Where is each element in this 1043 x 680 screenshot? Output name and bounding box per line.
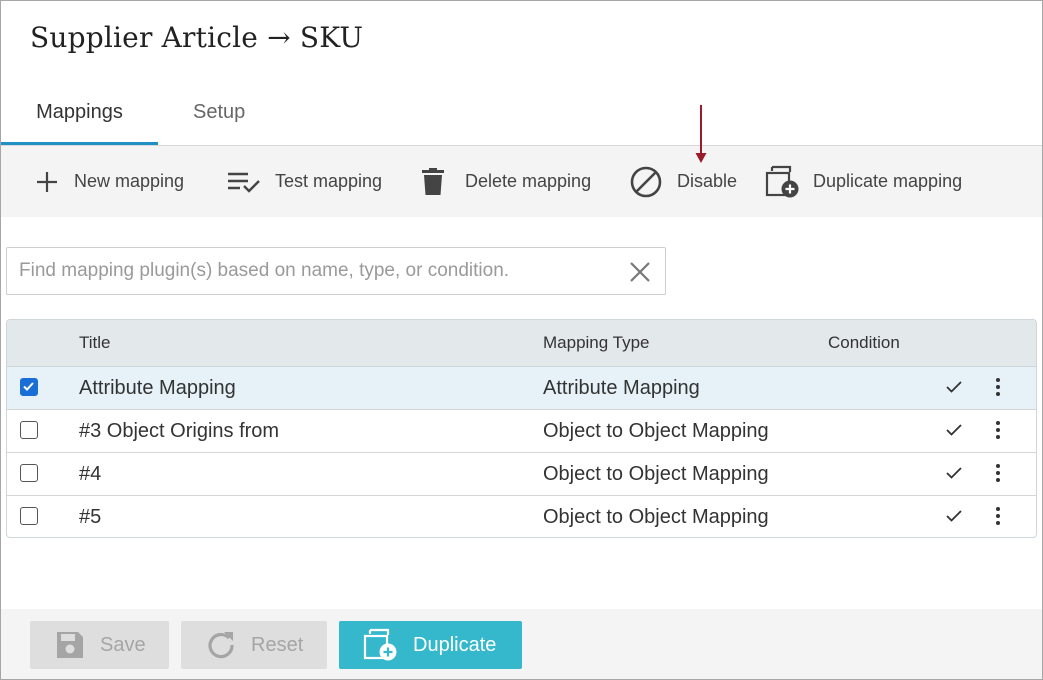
more-vertical-icon[interactable] [990, 461, 1006, 485]
delete-mapping-button[interactable]: Delete mapping [421, 146, 591, 217]
checkmark-icon [946, 510, 962, 522]
new-mapping-button[interactable]: New mapping [34, 146, 184, 217]
disable-label: Disable [677, 171, 738, 191]
duplicate-label: Duplicate [413, 633, 497, 656]
table-row[interactable]: Attribute Mapping Attribute Mapping [7, 367, 1036, 410]
reset-icon [207, 631, 235, 659]
disable-button[interactable]: Disable [629, 146, 737, 217]
more-vertical-icon[interactable] [990, 504, 1006, 528]
reset-label: Reset [251, 633, 304, 656]
checkmark-icon [946, 381, 962, 393]
row-checkbox[interactable] [20, 378, 38, 396]
checkmark-icon [946, 467, 962, 479]
page-title: Supplier Article → SKU [30, 21, 364, 54]
annotation-arrow-icon [695, 105, 707, 163]
table-header: Title Mapping Type Condition [7, 320, 1036, 367]
row-title: #5 [79, 506, 102, 528]
row-mapping-type: Object to Object Mapping [543, 506, 769, 528]
checkmark-icon [946, 424, 962, 436]
more-vertical-icon[interactable] [990, 418, 1006, 442]
duplicate-mapping-button[interactable]: Duplicate mapping [765, 146, 962, 217]
column-header-condition[interactable]: Condition [828, 333, 900, 353]
toolbar: New mapping Test mapping Delete mapping … [1, 146, 1042, 217]
row-mapping-type: Object to Object Mapping [543, 420, 769, 442]
test-mapping-label: Test mapping [275, 171, 383, 191]
column-header-title[interactable]: Title [79, 333, 111, 353]
duplicate-icon [363, 628, 397, 662]
row-title: Attribute Mapping [79, 377, 236, 399]
duplicate-icon [765, 165, 799, 199]
close-icon[interactable] [627, 259, 653, 285]
row-mapping-type: Attribute Mapping [543, 377, 700, 399]
block-icon [629, 165, 663, 199]
search-input[interactable] [19, 248, 619, 294]
tab-mappings[interactable]: Mappings [1, 87, 158, 145]
more-vertical-icon[interactable] [990, 375, 1006, 399]
search-box [6, 247, 666, 295]
reset-button[interactable]: Reset [181, 621, 327, 669]
list-check-icon [227, 169, 261, 195]
duplicate-button[interactable]: Duplicate [339, 621, 522, 669]
save-icon [56, 631, 84, 659]
tab-setup[interactable]: Setup [193, 87, 245, 145]
table-row[interactable]: #5 Object to Object Mapping [7, 496, 1036, 537]
tab-bar: Mappings Setup [1, 87, 1042, 145]
save-button[interactable]: Save [30, 621, 169, 669]
column-header-type[interactable]: Mapping Type [543, 333, 649, 353]
app-window: Supplier Article → SKU Mappings Setup Ne… [0, 0, 1043, 680]
row-title: #3 Object Origins from [79, 420, 280, 442]
row-mapping-type: Object to Object Mapping [543, 463, 769, 485]
table-row[interactable]: #4 Object to Object Mapping [7, 453, 1036, 496]
trash-icon [421, 167, 445, 196]
footer-bar: Save Reset Duplicate [1, 609, 1042, 679]
row-checkbox[interactable] [20, 421, 38, 439]
delete-mapping-label: Delete mapping [465, 171, 592, 191]
row-checkbox[interactable] [20, 507, 38, 525]
mappings-table: Title Mapping Type Condition Attribute M… [6, 319, 1037, 538]
table-row[interactable]: #3 Object Origins from Object to Object … [7, 410, 1036, 453]
row-title: #4 [79, 463, 102, 485]
plus-icon [34, 169, 60, 195]
test-mapping-button[interactable]: Test mapping [227, 146, 382, 217]
new-mapping-label: New mapping [74, 171, 185, 191]
row-checkbox[interactable] [20, 464, 38, 482]
duplicate-mapping-label: Duplicate mapping [813, 171, 963, 191]
save-label: Save [100, 633, 146, 656]
